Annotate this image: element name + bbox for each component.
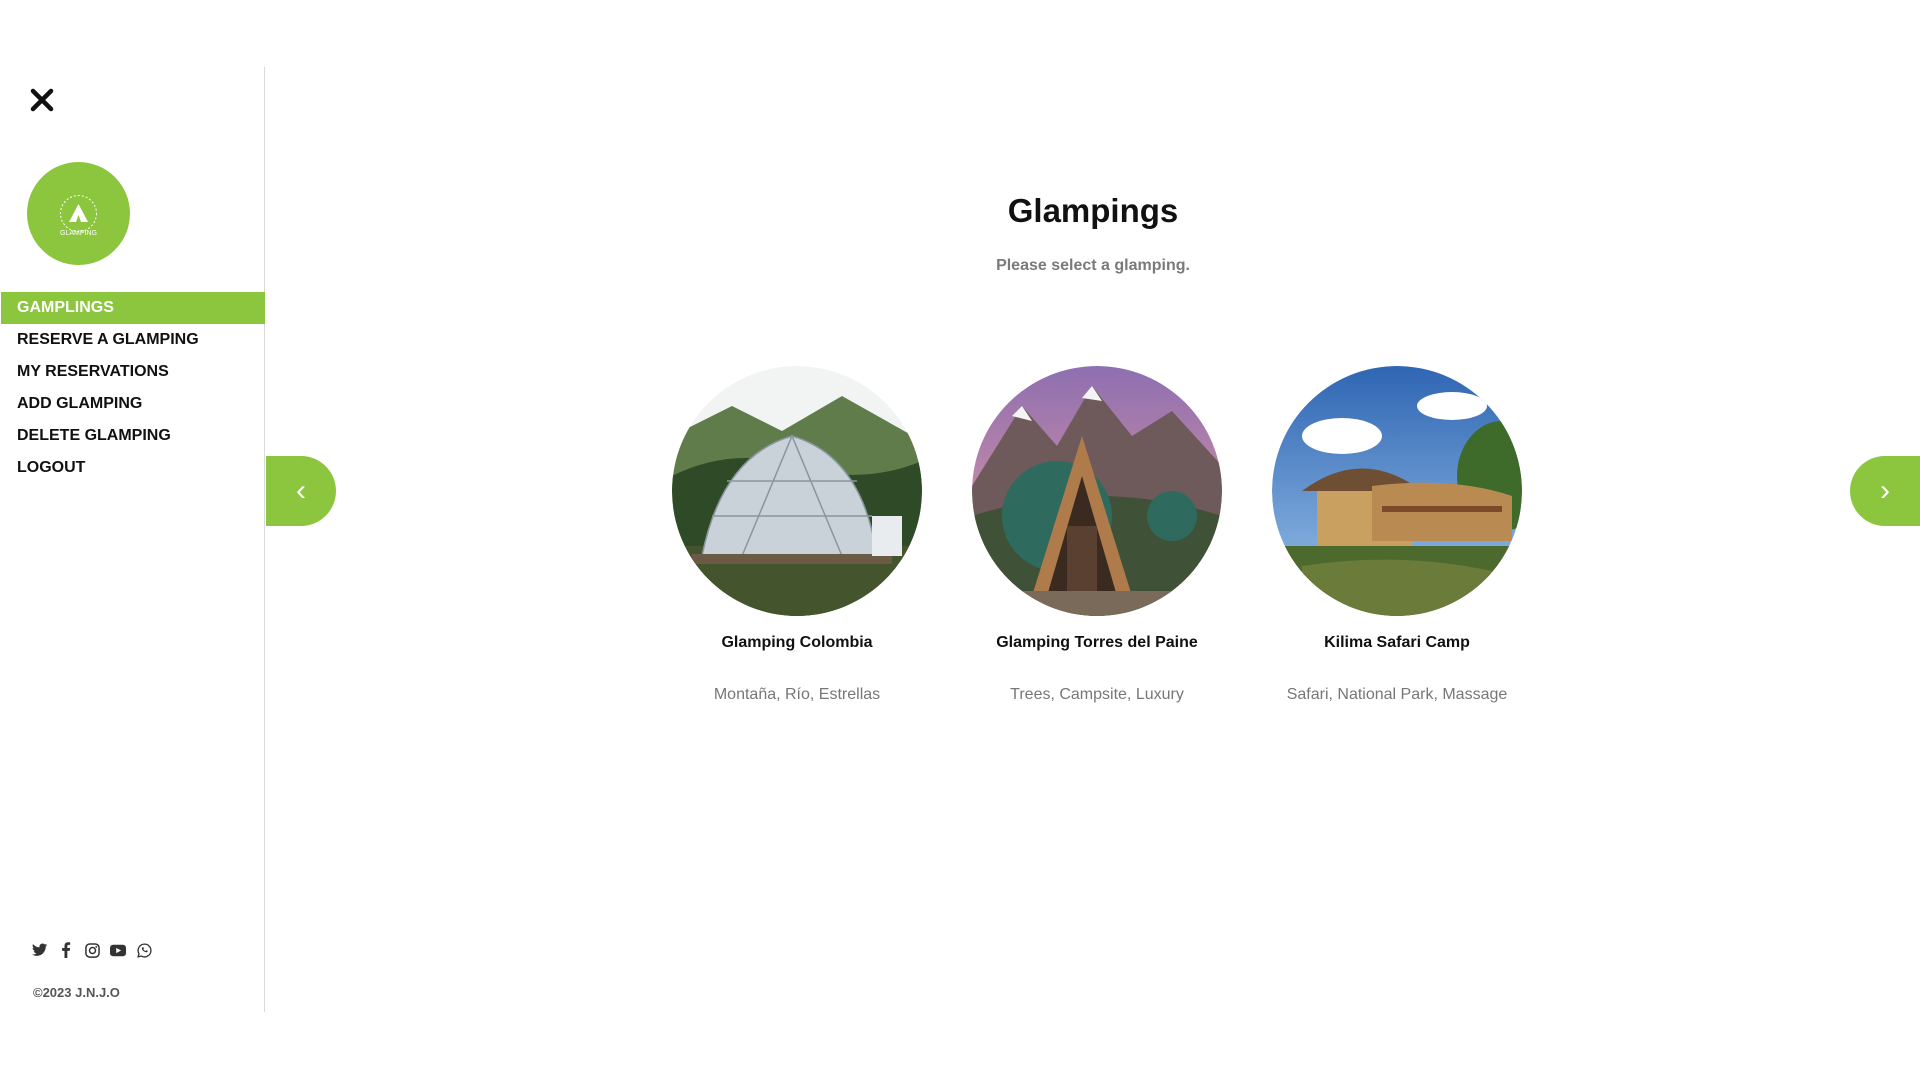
youtube-icon[interactable] bbox=[110, 942, 126, 958]
close-icon[interactable] bbox=[27, 85, 57, 115]
nav-item-glampings[interactable]: GAMPLINGS bbox=[1, 292, 265, 324]
nav-item-reserve-glamping[interactable]: RESERVE A GLAMPING bbox=[1, 324, 265, 356]
glamping-card[interactable]: Glamping Torres del Paine Trees, Campsit… bbox=[967, 366, 1227, 704]
glamping-tags: Montaña, Río, Estrellas bbox=[713, 686, 881, 703]
facebook-icon[interactable] bbox=[58, 942, 74, 958]
glamping-name: Kilima Safari Camp bbox=[1324, 634, 1470, 651]
glamping-photo-safari bbox=[1272, 366, 1522, 616]
logo: GLAMPING bbox=[27, 162, 130, 265]
page-subtitle: Please select a glamping. bbox=[996, 257, 1190, 274]
glamping-photo-a-frame bbox=[972, 366, 1222, 616]
glamping-tags: Trees, Campsite, Luxury bbox=[1010, 686, 1184, 703]
glamping-photo-dome bbox=[672, 366, 922, 616]
glamping-tags: Safari, National Park, Massage bbox=[1286, 686, 1508, 703]
glamping-card[interactable]: Kilima Safari Camp Safari, National Park… bbox=[1267, 366, 1527, 704]
copyright: ©2023 J.N.J.O bbox=[33, 985, 120, 1000]
glamping-card[interactable]: Glamping Colombia Montaña, Río, Estrella… bbox=[667, 366, 927, 704]
twitter-icon[interactable] bbox=[32, 942, 48, 958]
glamping-carousel: Glamping Colombia Montaña, Río, Estrella… bbox=[0, 366, 1920, 706]
page-title: Glampings bbox=[1007, 192, 1179, 229]
glamping-name: Glamping Torres del Paine bbox=[996, 634, 1198, 651]
logo-text: GLAMPING bbox=[60, 230, 97, 237]
instagram-icon[interactable] bbox=[84, 942, 100, 958]
whatsapp-icon[interactable] bbox=[136, 942, 152, 958]
glamping-name: Glamping Colombia bbox=[721, 634, 873, 651]
social-links bbox=[32, 942, 152, 958]
